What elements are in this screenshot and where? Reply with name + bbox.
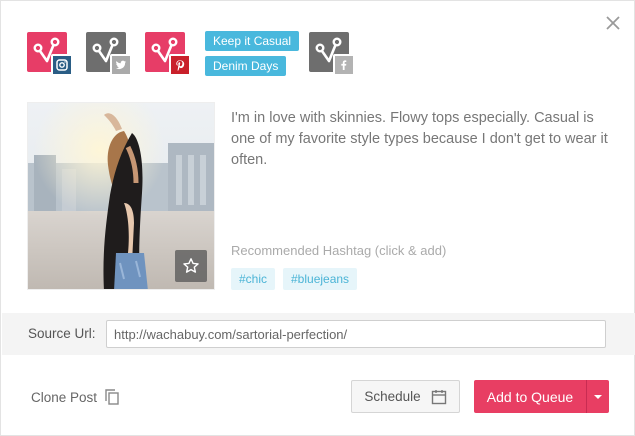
- favorite-button[interactable]: [175, 250, 207, 282]
- recommended-hashtag-heading: Recommended Hashtag (click & add): [231, 243, 447, 258]
- board-tag-keep-it-casual[interactable]: Keep it Casual: [205, 31, 300, 51]
- source-url-label: Source Url:: [28, 326, 96, 341]
- close-button[interactable]: [603, 13, 623, 33]
- queue-options-dropdown[interactable]: [586, 380, 609, 413]
- close-icon: [606, 16, 620, 30]
- source-url-input[interactable]: [106, 320, 606, 348]
- account-pinterest[interactable]: [145, 32, 191, 76]
- post-caption[interactable]: I'm in love with skinnies. Flowy tops es…: [231, 108, 621, 171]
- facebook-icon: [333, 54, 355, 76]
- schedule-button[interactable]: Schedule: [351, 380, 460, 413]
- post-editor-modal: Keep it Casual Denim Days I'm in love wi…: [0, 0, 635, 436]
- post-image: [27, 102, 215, 290]
- account-instagram[interactable]: [27, 32, 73, 76]
- instagram-icon: [51, 54, 73, 76]
- clone-post-button[interactable]: Clone Post: [31, 387, 120, 407]
- calendar-icon: [431, 389, 446, 404]
- source-url-row: Source Url:: [2, 313, 635, 355]
- star-icon: [183, 258, 199, 273]
- add-to-queue-button[interactable]: Add to Queue: [474, 380, 586, 413]
- account-facebook[interactable]: [309, 32, 355, 76]
- pinterest-icon: [169, 54, 191, 76]
- twitter-icon: [110, 54, 132, 76]
- clone-post-label: Clone Post: [31, 389, 98, 405]
- board-tag-denim-days[interactable]: Denim Days: [205, 56, 287, 76]
- copy-icon: [105, 389, 119, 405]
- account-twitter[interactable]: [86, 32, 132, 76]
- schedule-label: Schedule: [364, 389, 421, 404]
- hashtag-chip-bluejeans[interactable]: #bluejeans: [283, 268, 358, 290]
- caret-down-icon: [594, 394, 602, 399]
- hashtag-chip-chic[interactable]: #chic: [231, 268, 276, 290]
